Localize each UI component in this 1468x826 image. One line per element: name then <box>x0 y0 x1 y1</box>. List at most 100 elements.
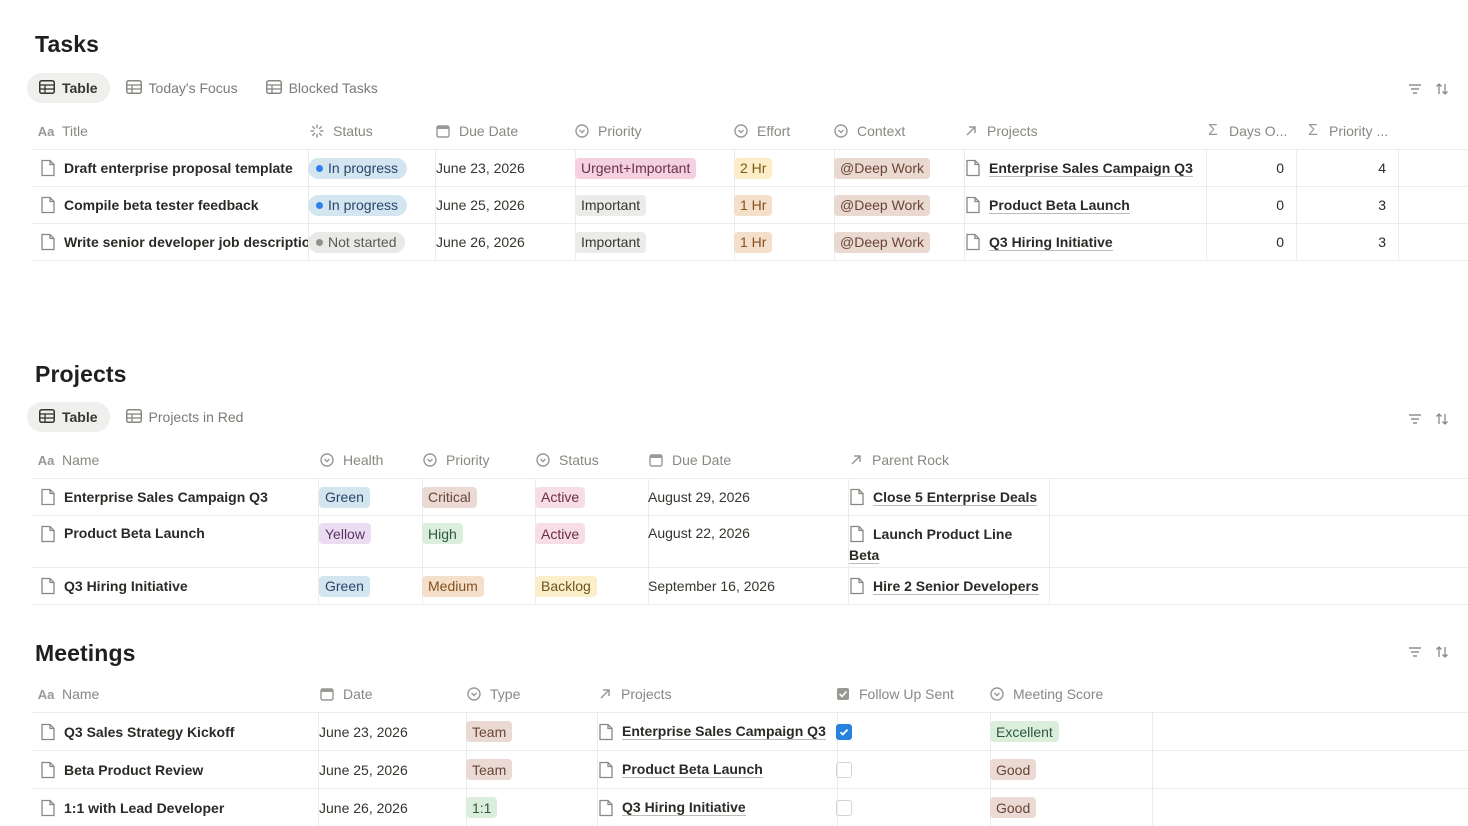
parent-rock-link[interactable]: Launch Product Line <box>873 526 1012 542</box>
due-date-cell[interactable]: August 22, 2026 <box>639 516 849 567</box>
follow-up-cell[interactable] <box>827 751 991 788</box>
effort-cell[interactable]: 2 Hr <box>725 150 835 186</box>
due-date-cell[interactable]: June 25, 2026 <box>427 187 576 223</box>
status-cell[interactable]: Active <box>526 516 649 567</box>
meeting-score-cell[interactable]: Good <box>981 751 1153 788</box>
column-header-name[interactable]: Aa Name <box>38 676 308 712</box>
status-cell[interactable]: In progress <box>300 187 436 223</box>
meeting-score-cell[interactable]: Excellent <box>981 713 1153 750</box>
parent-rock-cell[interactable]: Close 5 Enterprise Deals <box>839 479 1050 515</box>
filter-icon[interactable] <box>1408 82 1422 101</box>
column-header-meeting-score[interactable]: Meeting Score <box>989 676 1139 712</box>
column-header-name[interactable]: Aa Name <box>38 442 308 478</box>
status-cell[interactable]: In progress <box>300 150 436 186</box>
date-cell[interactable]: June 26, 2026 <box>310 789 467 826</box>
sort-icon[interactable] <box>1435 82 1449 101</box>
column-header-due-date[interactable]: Due Date <box>648 442 838 478</box>
column-header-status[interactable]: Status <box>309 113 429 149</box>
due-date-cell[interactable]: August 29, 2026 <box>639 479 849 515</box>
priority-score-cell[interactable]: 4 <box>1296 150 1399 186</box>
project-link[interactable]: Enterprise Sales Campaign Q3 <box>989 160 1193 177</box>
health-cell[interactable]: Yellow <box>310 516 423 567</box>
filter-icon[interactable] <box>1408 412 1422 431</box>
table-row[interactable]: Q3 Sales Strategy Kickoff June 23, 2026 … <box>32 712 1468 750</box>
project-relation-cell[interactable]: Enterprise Sales Campaign Q3 <box>588 713 838 750</box>
task-title-cell[interactable]: Compile beta tester feedback <box>32 187 309 223</box>
parent-rock-cell[interactable]: Launch Product Line Beta <box>839 516 1050 567</box>
health-cell[interactable]: Green <box>310 568 423 604</box>
table-row[interactable]: Q3 Hiring Initiative Green Medium Backlo… <box>32 567 1468 605</box>
meeting-name-cell[interactable]: 1:1 with Lead Developer <box>32 789 319 826</box>
project-link[interactable]: Q3 Hiring Initiative <box>622 799 746 816</box>
project-name-cell[interactable]: Product Beta Launch <box>32 516 319 567</box>
column-header-date[interactable]: Date <box>319 676 454 712</box>
table-row[interactable]: 1:1 with Lead Developer June 26, 2026 1:… <box>32 788 1468 826</box>
priority-score-cell[interactable]: 3 <box>1296 224 1399 260</box>
project-relation-cell[interactable]: Product Beta Launch <box>588 751 838 788</box>
priority-cell[interactable]: High <box>413 516 536 567</box>
status-cell[interactable]: Not started <box>300 224 436 260</box>
column-header-health[interactable]: Health <box>319 442 414 478</box>
effort-cell[interactable]: 1 Hr <box>725 224 835 260</box>
project-relation-cell[interactable]: Q3 Hiring Initiative <box>588 789 838 826</box>
project-link[interactable]: Enterprise Sales Campaign Q3 <box>622 723 826 740</box>
status-cell[interactable]: Backlog <box>526 568 649 604</box>
column-header-projects[interactable]: Projects <box>963 113 1193 149</box>
follow-up-cell[interactable] <box>827 713 991 750</box>
follow-up-checkbox[interactable] <box>836 799 852 816</box>
table-row[interactable]: Product Beta Launch Yellow High Active A… <box>32 515 1468 567</box>
table-row[interactable]: Compile beta tester feedback In progress… <box>32 186 1468 223</box>
filter-icon[interactable] <box>1408 645 1422 664</box>
project-link[interactable]: Product Beta Launch <box>989 197 1130 214</box>
column-header-parent-rock[interactable]: Parent Rock <box>848 442 1038 478</box>
table-row[interactable]: Draft enterprise proposal template In pr… <box>32 149 1468 186</box>
context-cell[interactable]: @Deep Work <box>825 150 965 186</box>
tab-blocked-tasks[interactable]: Blocked Tasks <box>254 73 390 103</box>
follow-up-checkbox[interactable] <box>836 723 852 740</box>
status-cell[interactable]: Active <box>526 479 649 515</box>
column-header-priority[interactable]: Priority <box>422 442 527 478</box>
due-date-cell[interactable]: September 16, 2026 <box>639 568 849 604</box>
tab-table[interactable]: Table <box>27 402 110 432</box>
project-relation-cell[interactable]: Enterprise Sales Campaign Q3 <box>955 150 1207 186</box>
column-header-effort[interactable]: Effort <box>733 113 823 149</box>
column-header-follow-up-sent[interactable]: Follow Up Sent <box>835 676 980 712</box>
follow-up-checkbox[interactable] <box>836 761 852 778</box>
context-cell[interactable]: @Deep Work <box>825 224 965 260</box>
priority-cell[interactable]: Critical <box>413 479 536 515</box>
due-date-cell[interactable]: June 26, 2026 <box>427 224 576 260</box>
context-cell[interactable]: @Deep Work <box>825 187 965 223</box>
priority-cell[interactable]: Urgent+Important <box>566 150 735 186</box>
meeting-name-cell[interactable]: Q3 Sales Strategy Kickoff <box>32 713 319 750</box>
parent-rock-cell[interactable]: Hire 2 Senior Developers <box>839 568 1050 604</box>
project-link[interactable]: Q3 Hiring Initiative <box>989 234 1113 251</box>
task-title-cell[interactable]: Write senior developer job description <box>32 224 309 260</box>
meeting-name-cell[interactable]: Beta Product Review <box>32 751 319 788</box>
column-header-priority-score[interactable]: Σ Priority ... <box>1305 113 1400 149</box>
due-date-cell[interactable]: June 23, 2026 <box>427 150 576 186</box>
priority-cell[interactable]: Important <box>566 224 735 260</box>
tab-projects-in-red[interactable]: Projects in Red <box>114 402 256 432</box>
parent-rock-link[interactable]: Close 5 Enterprise Deals <box>873 489 1038 506</box>
priority-score-cell[interactable]: 3 <box>1296 187 1399 223</box>
follow-up-cell[interactable] <box>827 789 991 826</box>
priority-cell[interactable]: Medium <box>413 568 536 604</box>
table-row[interactable]: Beta Product Review June 25, 2026 Team P… <box>32 750 1468 788</box>
table-row[interactable]: Enterprise Sales Campaign Q3 Green Criti… <box>32 478 1468 515</box>
type-cell[interactable]: 1:1 <box>457 789 598 826</box>
column-header-context[interactable]: Context <box>833 113 953 149</box>
column-header-type[interactable]: Type <box>466 676 586 712</box>
type-cell[interactable]: Team <box>457 751 598 788</box>
type-cell[interactable]: Team <box>457 713 598 750</box>
meeting-score-cell[interactable]: Good <box>981 789 1153 826</box>
date-cell[interactable]: June 23, 2026 <box>310 713 467 750</box>
column-header-days-overdue[interactable]: Σ Days O... <box>1205 113 1295 149</box>
column-header-status[interactable]: Status <box>535 442 640 478</box>
project-name-cell[interactable]: Enterprise Sales Campaign Q3 <box>32 479 319 515</box>
column-header-due-date[interactable]: Due Date <box>435 113 565 149</box>
project-name-cell[interactable]: Q3 Hiring Initiative <box>32 568 319 604</box>
date-cell[interactable]: June 25, 2026 <box>310 751 467 788</box>
priority-cell[interactable]: Important <box>566 187 735 223</box>
sort-icon[interactable] <box>1435 412 1449 431</box>
table-row[interactable]: Write senior developer job description N… <box>32 223 1468 261</box>
